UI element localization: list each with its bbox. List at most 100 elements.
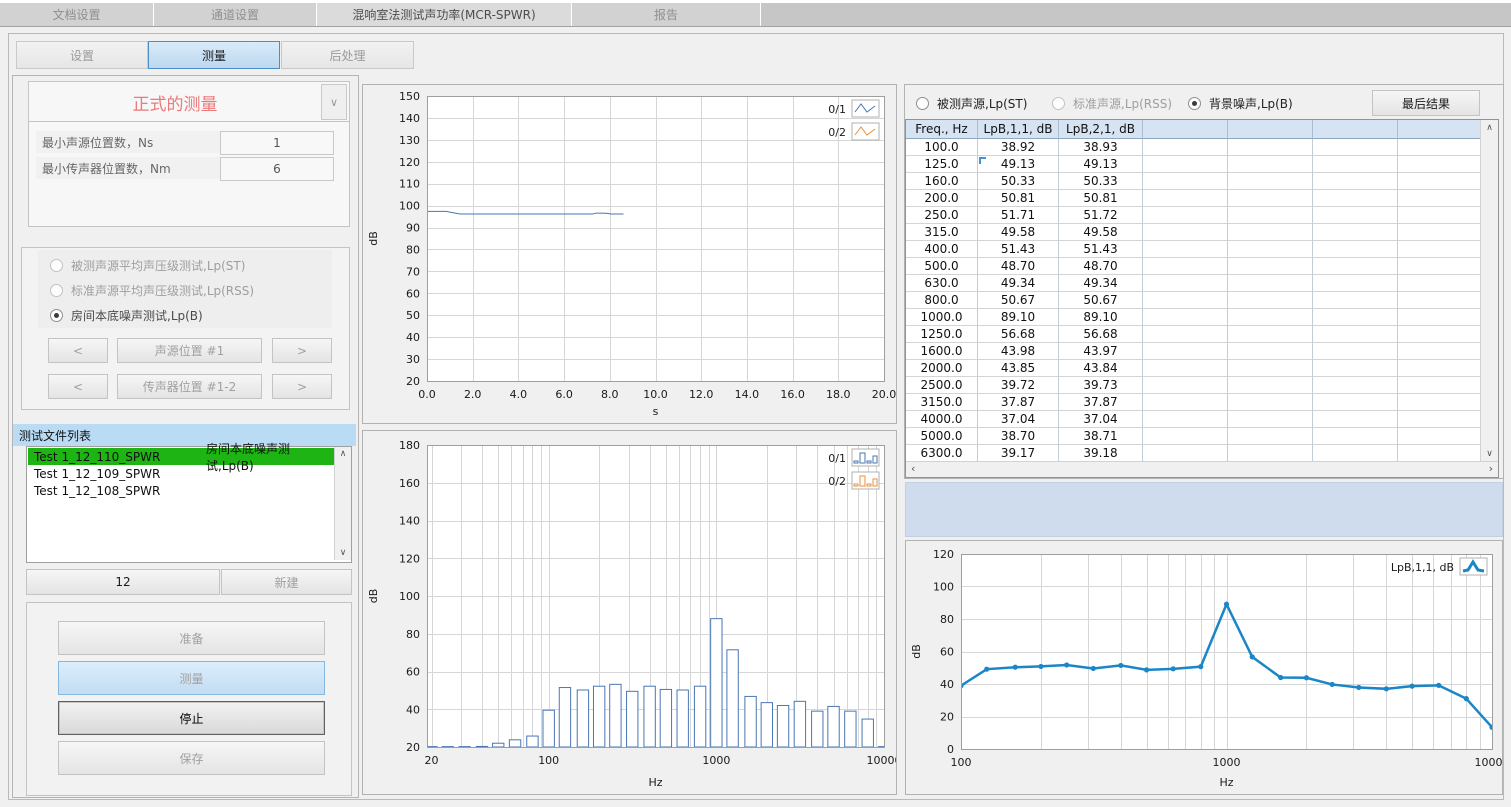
subtab-postprocess[interactable]: 后处理 (281, 41, 414, 69)
result-radio-lp-b[interactable]: 背景噪声,Lp(B) (1188, 93, 1293, 113)
table-cell (1143, 394, 1228, 411)
file-count-button[interactable]: 12 (26, 569, 220, 595)
radio-lp-b[interactable]: 房间本底噪声测试,Lp(B) (50, 305, 203, 325)
scroll-down-icon[interactable]: ∨ (1481, 449, 1498, 459)
table-cell (1143, 309, 1228, 326)
list-scrollbar[interactable]: ∧ ∨ (334, 447, 351, 560)
radio-icon[interactable] (1052, 97, 1065, 110)
new-file-button[interactable]: 新建 (221, 569, 352, 595)
column-header[interactable]: Freq., Hz (906, 120, 978, 139)
table-row[interactable]: 200.050.8150.81 (906, 190, 1481, 207)
column-header[interactable]: LpB,1,1, dB (978, 120, 1059, 139)
measure-button[interactable]: 测量 (58, 661, 325, 695)
table-cell (1228, 258, 1313, 275)
svg-text:60: 60 (406, 666, 420, 679)
table-row[interactable]: 500.048.7048.70 (906, 258, 1481, 275)
svg-text:dB: dB (910, 644, 923, 659)
app-window: 文档设置 通道设置 混响室法测试声功率(MCR-SPWR) 报告 设置 测量 后… (0, 0, 1511, 807)
list-item[interactable]: Test 1_12_109_SPWR (28, 465, 334, 482)
column-header[interactable] (1398, 120, 1481, 139)
tab-report[interactable]: 报告 (572, 3, 761, 26)
table-cell: 1000.0 (906, 309, 978, 326)
column-header[interactable] (1143, 120, 1228, 139)
mic-position-next-button[interactable]: > (272, 374, 332, 399)
table-row[interactable]: 160.050.3350.33 (906, 173, 1481, 190)
scroll-down-icon[interactable]: ∨ (335, 548, 351, 558)
table-cell: 38.92 (978, 139, 1059, 156)
subtab-settings[interactable]: 设置 (16, 41, 148, 69)
measurement-mode-combo[interactable]: 正式的测量 ∨ (28, 81, 350, 123)
table-row[interactable]: 1000.089.1089.10 (906, 309, 1481, 326)
radio-lp-rss[interactable]: 标准声源平均声压级测试,Lp(RSS) (50, 280, 254, 300)
table-row[interactable]: 800.050.6750.67 (906, 292, 1481, 309)
svg-text:20: 20 (406, 375, 420, 388)
svg-text:40: 40 (940, 678, 954, 691)
column-header[interactable] (1313, 120, 1398, 139)
column-header[interactable]: LpB,2,1, dB (1059, 120, 1143, 139)
scroll-left-icon[interactable]: ‹ (911, 462, 915, 475)
table-cell (1143, 224, 1228, 241)
table-cell (1228, 360, 1313, 377)
file-name: Test 1_12_109_SPWR (28, 467, 206, 481)
table-row[interactable]: 250.051.7151.72 (906, 207, 1481, 224)
subtab-measure[interactable]: 测量 (148, 41, 280, 69)
radio-lp-st[interactable]: 被测声源平均声压级测试,Lp(ST) (50, 255, 245, 275)
list-item[interactable]: Test 1_12_110_SPWR 房间本底噪声测试,Lp(B) (28, 448, 334, 465)
table-cell (1398, 292, 1481, 309)
result-radio-lp-st[interactable]: 被测声源,Lp(ST) (916, 93, 1027, 113)
table-cell (1143, 241, 1228, 258)
table-row[interactable]: 6300.039.1739.18 (906, 445, 1481, 462)
column-header[interactable] (1228, 120, 1313, 139)
result-radio-lp-rss[interactable]: 标准声源,Lp(RSS) (1052, 93, 1172, 113)
table-cell (1143, 156, 1228, 173)
svg-text:140: 140 (399, 515, 420, 528)
chevron-down-icon[interactable]: ∨ (321, 84, 347, 120)
table-row[interactable]: 1250.056.6856.68 (906, 326, 1481, 343)
table-cell: 50.67 (1059, 292, 1143, 309)
radio-icon[interactable] (50, 259, 63, 272)
table-cell (1228, 224, 1313, 241)
table-row[interactable]: 630.049.3449.34 (906, 275, 1481, 292)
save-button[interactable]: 保存 (58, 741, 325, 775)
table-row[interactable]: 2500.039.7239.73 (906, 377, 1481, 394)
radio-icon[interactable] (916, 97, 929, 110)
tab-mcr-spwr[interactable]: 混响室法测试声功率(MCR-SPWR) (317, 3, 572, 26)
radio-icon[interactable] (50, 309, 63, 322)
list-item[interactable]: Test 1_12_108_SPWR (28, 482, 334, 499)
table-vertical-scrollbar[interactable]: ∧ ∨ (1480, 120, 1498, 462)
radio-icon[interactable] (50, 284, 63, 297)
prepare-button[interactable]: 准备 (58, 621, 325, 655)
min-source-positions-field[interactable]: 1 (220, 131, 334, 155)
tab-channel-settings[interactable]: 通道设置 (154, 3, 317, 26)
table-row[interactable]: 1600.043.9843.97 (906, 343, 1481, 360)
stop-button[interactable]: 停止 (58, 701, 325, 735)
table-row[interactable]: 2000.043.8543.84 (906, 360, 1481, 377)
table-row[interactable]: 4000.037.0437.04 (906, 411, 1481, 428)
min-mic-positions-field[interactable]: 6 (220, 157, 334, 181)
mic-position-prev-button[interactable]: < (48, 374, 108, 399)
table-row[interactable]: 5000.038.7038.71 (906, 428, 1481, 445)
table-cell: 38.71 (1059, 428, 1143, 445)
table-cell (1228, 411, 1313, 428)
scroll-up-icon[interactable]: ∧ (1481, 123, 1498, 133)
source-position-prev-button[interactable]: < (48, 338, 108, 363)
svg-text:60: 60 (406, 287, 420, 300)
radio-icon[interactable] (1188, 97, 1201, 110)
test-file-list[interactable]: Test 1_12_110_SPWR 房间本底噪声测试,Lp(B) Test 1… (26, 446, 352, 563)
scroll-up-icon[interactable]: ∧ (335, 449, 351, 459)
table-row[interactable]: 100.038.9238.93 (906, 139, 1481, 156)
svg-text:10.0: 10.0 (643, 388, 668, 401)
source-position-next-button[interactable]: > (272, 338, 332, 363)
svg-text:30: 30 (406, 353, 420, 366)
table-row[interactable]: 315.049.5849.58 (906, 224, 1481, 241)
svg-text:12.0: 12.0 (689, 388, 714, 401)
final-result-button[interactable]: 最后结果 (1372, 90, 1480, 116)
scroll-right-icon[interactable]: › (1489, 462, 1493, 475)
table-cell (1398, 394, 1481, 411)
table-horizontal-scrollbar[interactable]: ‹ › (906, 461, 1498, 477)
result-table-body: 100.038.9238.93125.049.1349.13160.050.33… (906, 139, 1481, 462)
tab-document-settings[interactable]: 文档设置 (0, 3, 154, 26)
table-row[interactable]: 3150.037.8737.87 (906, 394, 1481, 411)
table-row[interactable]: 125.049.1349.13 (906, 156, 1481, 173)
table-row[interactable]: 400.051.4351.43 (906, 241, 1481, 258)
